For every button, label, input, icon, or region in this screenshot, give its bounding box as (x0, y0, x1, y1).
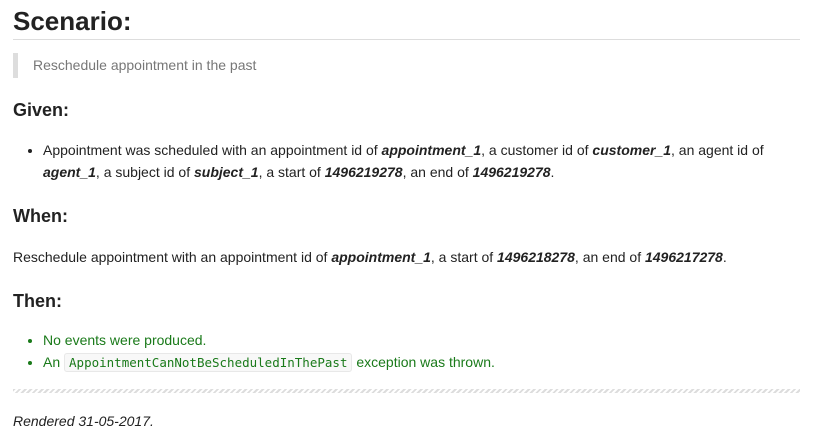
when-heading: When: (13, 206, 68, 226)
rendered-date: Rendered 31-05-2017. (13, 413, 154, 429)
scenario-title: Scenario: (13, 0, 800, 40)
given-text-2: , a customer id of (481, 142, 593, 158)
given-customer-id: customer_1 (592, 142, 671, 158)
given-list: Appointment was scheduled with an appoin… (13, 139, 800, 183)
given-text-1: Appointment was scheduled with an appoin… (43, 142, 382, 158)
when-text-4: . (722, 249, 727, 265)
when-appointment-id: appointment_1 (331, 249, 431, 265)
given-text-5: , a start of (258, 164, 325, 180)
given-text-7: . (550, 164, 555, 180)
given-start: 1496219278 (324, 164, 403, 180)
given-text-6: , an end of (402, 164, 473, 180)
when-start: 1496218278 (497, 249, 575, 265)
when-paragraph: Reschedule appointment with an appointme… (13, 246, 800, 268)
given-text-3: , an agent id of (671, 142, 764, 158)
then-exception-suffix: exception was thrown. (352, 354, 495, 370)
exception-class-code: AppointmentCanNotBeScheduledInThePast (64, 353, 353, 372)
then-item-no-events: No events were produced. (43, 329, 800, 351)
then-list: No events were produced. An AppointmentC… (13, 329, 800, 374)
then-heading: Then: (13, 291, 62, 311)
given-agent-id: agent_1 (43, 164, 96, 180)
given-heading: Given: (13, 100, 70, 120)
when-text-3: , an end of (574, 249, 645, 265)
when-end: 1496217278 (644, 249, 723, 265)
then-no-events-text: No events were produced. (43, 332, 207, 348)
given-subject-id: subject_1 (193, 164, 259, 180)
scenario-description: Reschedule appointment in the past (13, 53, 800, 78)
footer-divider (13, 389, 800, 393)
given-item: Appointment was scheduled with an appoin… (43, 139, 800, 183)
when-text-1: Reschedule appointment with an appointme… (13, 249, 332, 265)
given-end: 1496219278 (472, 164, 551, 180)
then-exception-prefix: An (43, 354, 65, 370)
given-appointment-id: appointment_1 (381, 142, 482, 158)
scenario-document: Scenario: Reschedule appointment in the … (13, 0, 800, 432)
given-text-4: , a subject id of (95, 164, 194, 180)
when-text-2: , a start of (430, 249, 498, 265)
then-item-exception: An AppointmentCanNotBeScheduledInThePast… (43, 351, 800, 374)
